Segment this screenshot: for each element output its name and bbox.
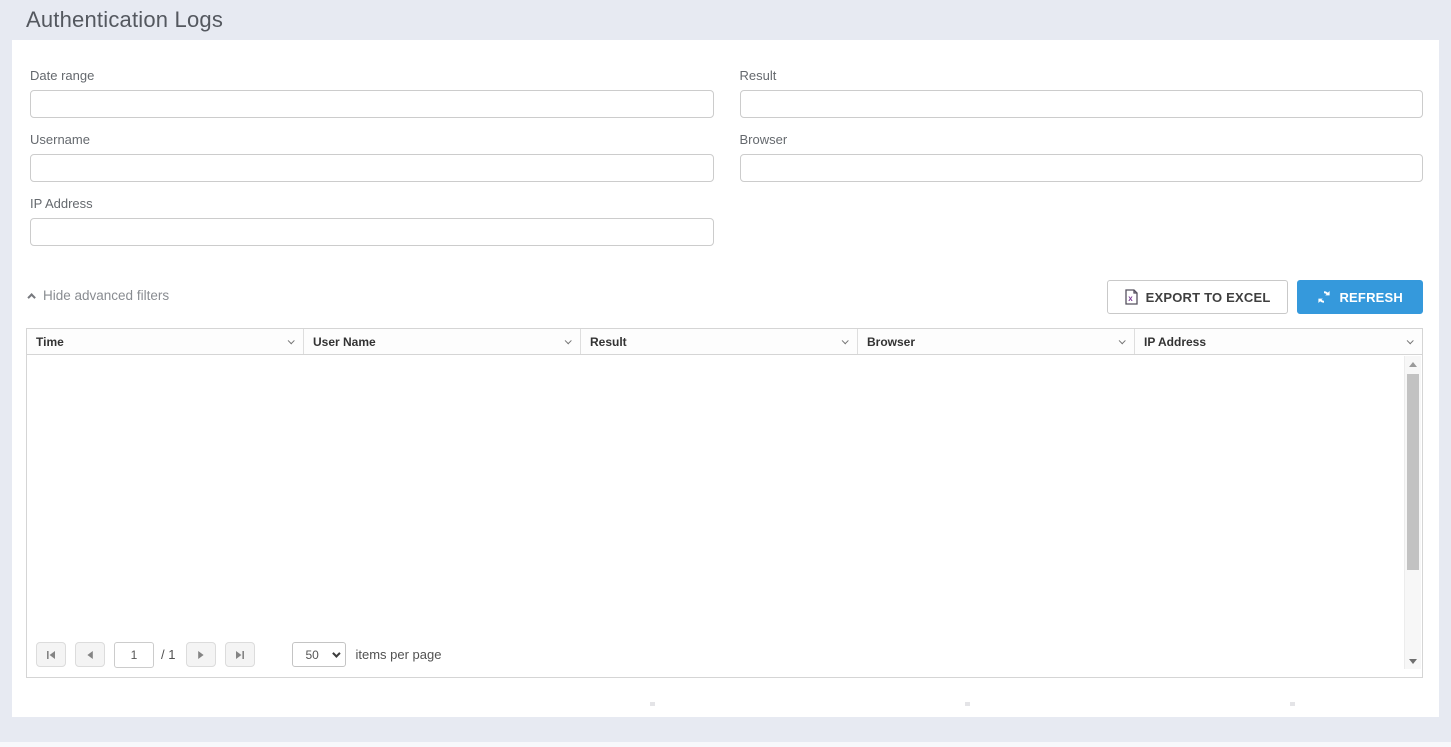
date-range-label: Date range: [30, 68, 714, 83]
browser-input[interactable]: [740, 154, 1424, 182]
scrollbar-thumb[interactable]: [1407, 374, 1419, 570]
refresh-label: REFRESH: [1339, 290, 1403, 305]
first-page-icon: [45, 649, 57, 661]
hide-advanced-filters-label: Hide advanced filters: [43, 288, 169, 303]
refresh-icon: [1317, 290, 1331, 304]
column-header-time[interactable]: Time: [27, 329, 304, 354]
items-per-page-label: items per page: [355, 647, 441, 662]
page-title: Authentication Logs: [26, 7, 223, 33]
faint-marker: [965, 702, 970, 706]
column-header-label: Result: [590, 335, 627, 349]
column-header-label: User Name: [313, 335, 376, 349]
faint-marker: [650, 702, 655, 706]
column-header-browser[interactable]: Browser: [858, 329, 1135, 354]
previous-page-icon: [84, 649, 96, 661]
chevron-down-icon: [333, 649, 341, 657]
username-label: Username: [30, 132, 714, 147]
ip-address-label: IP Address: [30, 196, 714, 211]
result-label: Result: [740, 68, 1424, 83]
column-header-result[interactable]: Result: [581, 329, 858, 354]
refresh-button[interactable]: REFRESH: [1297, 280, 1423, 314]
ip-address-input[interactable]: [30, 218, 714, 246]
items-per-page-select[interactable]: 50: [292, 642, 346, 667]
content-card: Date range Result Username Browser IP Ad…: [12, 40, 1439, 717]
chevron-down-icon[interactable]: [565, 337, 572, 344]
result-input[interactable]: [740, 90, 1424, 118]
export-to-excel-button[interactable]: x EXPORT TO EXCEL: [1107, 280, 1289, 314]
bottom-edge-strip: [0, 742, 1451, 747]
scroll-down-button[interactable]: [1405, 653, 1421, 669]
previous-page-button[interactable]: [75, 642, 105, 667]
page-header: Authentication Logs: [0, 0, 1451, 40]
toolbar-buttons: x EXPORT TO EXCEL REFRESH: [1107, 280, 1423, 314]
grid-body-empty: [27, 356, 1404, 632]
page-number-input[interactable]: [114, 642, 154, 668]
column-header-label: IP Address: [1144, 335, 1206, 349]
ip-address-field: IP Address: [30, 192, 714, 246]
chevron-down-icon[interactable]: [842, 337, 849, 344]
excel-file-icon: x: [1125, 289, 1138, 305]
date-range-field: Date range: [30, 64, 714, 118]
chevron-down-icon[interactable]: [288, 337, 295, 344]
hide-advanced-filters-link[interactable]: Hide advanced filters: [30, 288, 169, 303]
scroll-up-icon: [1409, 362, 1417, 367]
browser-field: Browser: [740, 128, 1424, 182]
page-total-label: / 1: [161, 647, 175, 662]
column-header-label: Time: [36, 335, 64, 349]
chevron-down-icon[interactable]: [1119, 337, 1126, 344]
auth-logs-grid: Time User Name Result Browser IP Address: [26, 328, 1423, 678]
export-to-excel-label: EXPORT TO EXCEL: [1146, 290, 1271, 305]
grid-header-row: Time User Name Result Browser IP Address: [27, 329, 1422, 355]
column-header-ip-address[interactable]: IP Address: [1135, 329, 1422, 354]
actions-row: Hide advanced filters x EXPORT TO EXCEL: [26, 280, 1423, 314]
scrollbar-track[interactable]: [1405, 372, 1421, 653]
next-page-button[interactable]: [186, 642, 216, 667]
grid-pager: / 1 50 items per page: [27, 632, 1392, 677]
username-field: Username: [30, 128, 714, 182]
chevron-down-icon[interactable]: [1407, 337, 1414, 344]
first-page-button[interactable]: [36, 642, 66, 667]
authentication-logs-page: { "page": { "title": "Authentication Log…: [0, 0, 1451, 747]
last-page-icon: [234, 649, 246, 661]
last-page-button[interactable]: [225, 642, 255, 667]
column-header-user-name[interactable]: User Name: [304, 329, 581, 354]
username-input[interactable]: [30, 154, 714, 182]
browser-label: Browser: [740, 132, 1424, 147]
scroll-up-button[interactable]: [1405, 356, 1421, 372]
faint-marker: [1290, 702, 1295, 706]
result-field: Result: [740, 64, 1424, 118]
chevron-up-icon: [27, 293, 35, 301]
items-per-page-value: 50: [305, 648, 318, 662]
date-range-input[interactable]: [30, 90, 714, 118]
scroll-down-icon: [1409, 659, 1417, 664]
column-header-label: Browser: [867, 335, 915, 349]
vertical-scrollbar[interactable]: [1404, 356, 1421, 669]
svg-text:x: x: [1128, 294, 1133, 303]
next-page-icon: [195, 649, 207, 661]
filters-form: Date range Result Username Browser IP Ad…: [26, 64, 1423, 256]
